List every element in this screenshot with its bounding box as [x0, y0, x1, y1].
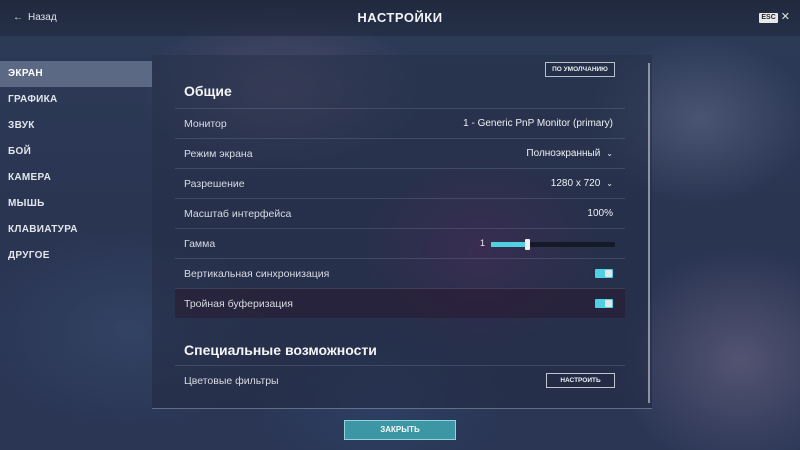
setting-row-vsync: Вертикальная синхронизация — [175, 258, 625, 288]
toggle-knob — [605, 270, 612, 277]
chevron-down-icon: ⌄ — [606, 148, 613, 158]
chevron-down-icon: ⌄ — [606, 178, 613, 188]
section-title-accessibility: Специальные возможности — [184, 342, 377, 358]
esc-close-button[interactable]: ESC ✕ — [759, 12, 790, 23]
nav-item-screen[interactable]: ЭКРАН — [0, 61, 152, 87]
vsync-label: Вертикальная синхронизация — [184, 268, 330, 280]
close-icon: ✕ — [780, 11, 790, 23]
scrollbar[interactable] — [648, 63, 650, 403]
setting-row-screen-mode: Режим экрана Полноэкранный ⌄ — [175, 138, 625, 168]
screen-mode-value: Полноэкранный — [526, 148, 601, 159]
panel-divider — [152, 408, 652, 409]
nav-item-mouse[interactable]: МЫШЬ — [0, 191, 152, 217]
top-bar: ← Назад НАСТРОЙКИ ESC ✕ — [0, 0, 800, 36]
nav-item-keyboard[interactable]: КЛАВИАТУРА — [0, 217, 152, 243]
esc-key-icon: ESC — [759, 12, 778, 23]
resolution-dropdown[interactable]: 1280 x 720 ⌄ — [551, 178, 613, 189]
gamma-slider[interactable] — [491, 239, 615, 250]
resolution-label: Разрешение — [184, 178, 245, 190]
triple-buffering-label: Тройная буферизация — [184, 298, 293, 310]
setting-row-gamma: Гамма 1 — [175, 228, 625, 258]
nav-item-graphics[interactable]: ГРАФИКА — [0, 87, 152, 113]
setting-row-triple-buffering: Тройная буферизация — [175, 288, 625, 318]
configure-color-filters-button[interactable]: НАСТРОИТЬ — [546, 373, 615, 388]
ui-scale-label: Масштаб интерфейса — [184, 208, 292, 220]
setting-row-resolution: Разрешение 1280 x 720 ⌄ — [175, 168, 625, 198]
ui-scale-value[interactable]: 100% — [587, 208, 613, 219]
setting-row-monitor: Монитор 1 - Generic PnP Monitor (primary… — [175, 108, 625, 138]
monitor-label: Монитор — [184, 118, 227, 130]
nav-item-other[interactable]: ДРУГОЕ — [0, 243, 152, 269]
color-filters-label: Цветовые фильтры — [184, 375, 279, 387]
page-title: НАСТРОЙКИ — [357, 10, 443, 25]
resolution-value: 1280 x 720 — [550, 178, 601, 189]
gamma-slider-fill — [491, 242, 527, 247]
gamma-slider-handle[interactable] — [524, 239, 530, 250]
settings-nav: ЭКРАН ГРАФИКА ЗВУК БОЙ КАМЕРА МЫШЬ КЛАВИ… — [0, 61, 152, 269]
section-title-general: Общие — [184, 83, 232, 99]
toggle-knob — [605, 300, 612, 307]
setting-row-color-filters: Цветовые фильтры НАСТРОИТЬ — [175, 365, 625, 395]
reset-defaults-button[interactable]: ПО УМОЛЧАНИЮ — [545, 62, 615, 77]
nav-item-sound[interactable]: ЗВУК — [0, 113, 152, 139]
nav-item-camera[interactable]: КАМЕРА — [0, 165, 152, 191]
screen-mode-label: Режим экрана — [184, 148, 253, 160]
gamma-label: Гамма — [184, 238, 216, 250]
nav-item-combat[interactable]: БОЙ — [0, 139, 152, 165]
triple-buffering-toggle[interactable] — [595, 299, 613, 308]
gamma-value: 1 — [480, 238, 486, 248]
vsync-toggle[interactable] — [595, 269, 613, 278]
monitor-value[interactable]: 1 - Generic PnP Monitor (primary) — [463, 118, 613, 129]
screen-mode-dropdown[interactable]: Полноэкранный ⌄ — [526, 148, 613, 159]
setting-row-ui-scale: Масштаб интерфейса 100% — [175, 198, 625, 228]
close-button[interactable]: ЗАКРЫТЬ — [344, 420, 456, 440]
